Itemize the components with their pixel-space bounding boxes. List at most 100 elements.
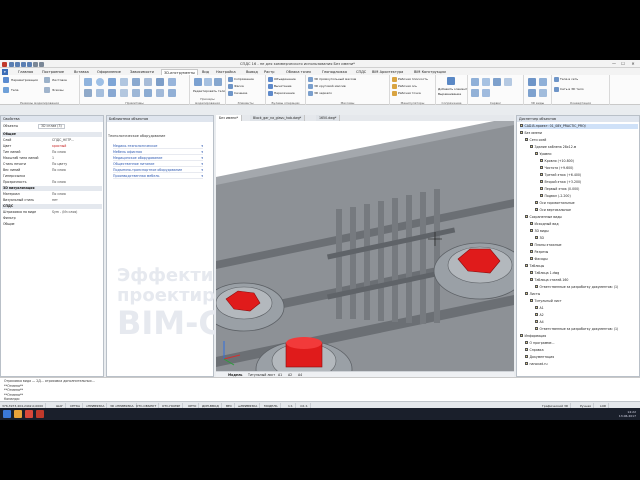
property-value[interactable]: По слою	[52, 192, 66, 197]
tree-node[interactable]: Разрезы	[530, 250, 638, 255]
property-row[interactable]: Общие	[2, 222, 102, 227]
mirror-3d-button[interactable]: 3D зеркало	[314, 91, 332, 95]
cylinder-primitive-icon[interactable]	[108, 78, 116, 86]
tree-node[interactable]: Информация	[520, 334, 638, 339]
torus-primitive-icon[interactable]	[144, 78, 152, 86]
tree-node[interactable]: Кровля (+10.800)	[540, 159, 638, 164]
tree-node[interactable]: 3D	[535, 236, 638, 241]
sketches-button[interactable]: Эскизы	[52, 88, 63, 92]
property-row[interactable]: Цвет красный	[2, 144, 102, 149]
print-icon[interactable]	[27, 61, 32, 67]
view-orbit-icon[interactable]	[539, 78, 547, 86]
chevron-down-icon[interactable]: ▾	[201, 150, 203, 155]
redo-icon[interactable]	[39, 61, 44, 67]
tree-node[interactable]: А2	[535, 313, 638, 318]
box-primitive-icon[interactable]	[84, 78, 92, 86]
work-point-button[interactable]: Рабочая точка	[398, 91, 421, 95]
property-row[interactable]: Слой СПДС_НЕТР...	[2, 138, 102, 143]
property-value[interactable]: СПДС_НЕТР...	[52, 138, 74, 143]
tree-node[interactable]: nanocad.ru	[525, 362, 638, 367]
browser-icon[interactable]	[25, 410, 33, 418]
catalog-item[interactable]: Производственная мебель ▾	[113, 174, 203, 179]
property-row[interactable]: Масштаб типа линий 1	[2, 156, 102, 161]
tree-node[interactable]: Фасады	[530, 257, 638, 262]
tree-node[interactable]: Здание каблена 28х12.м	[530, 145, 638, 150]
solids-button[interactable]: Тела	[11, 88, 18, 92]
property-row[interactable]: Вес линий По слою	[2, 168, 102, 173]
tree-node[interactable]: Документация	[525, 355, 638, 360]
catalog-item[interactable]: Медицинское оборудование ▾	[113, 156, 203, 161]
property-row[interactable]: Прозрачность По слою	[2, 180, 102, 185]
section-button[interactable]: Сечение	[234, 91, 247, 95]
property-row[interactable]: Гиперссылка	[2, 174, 102, 179]
edit-solid-button[interactable]: Редактировать тело	[193, 89, 225, 93]
chevron-down-icon[interactable]: ▾	[201, 144, 203, 149]
revolve-icon[interactable]	[84, 89, 92, 97]
parametrization-icon[interactable]	[3, 77, 9, 83]
align-button[interactable]: Выравнивание	[438, 92, 461, 96]
nanocad-taskbar-icon[interactable]	[36, 410, 44, 418]
shell-icon[interactable]	[120, 89, 128, 97]
sphere-primitive-icon[interactable]	[96, 78, 104, 86]
tree-node[interactable]: А4	[535, 320, 638, 325]
property-value[interactable]: По слою	[52, 168, 66, 173]
sheet-metal-icon[interactable]	[44, 77, 50, 83]
chevron-down-icon[interactable]: ▾	[201, 168, 203, 173]
tree-node[interactable]: Сети осей	[525, 138, 638, 143]
catalog-item[interactable]: Медико-технологическое ▾	[113, 144, 203, 149]
file-explorer-icon[interactable]	[14, 410, 22, 418]
service-tool-2-icon[interactable]	[482, 78, 490, 86]
loft-icon[interactable]	[108, 89, 116, 97]
sheet-metal-button[interactable]: Листовое	[52, 78, 67, 82]
cone-primitive-icon[interactable]	[120, 78, 128, 86]
sketches-icon[interactable]	[44, 87, 50, 93]
tree-node[interactable]: А1	[535, 306, 638, 311]
tree-node[interactable]: Таблица 1.dwg	[530, 271, 638, 276]
catalog-item[interactable]: Общественное питание ▾	[113, 162, 203, 167]
subtract-button[interactable]: Вычитание	[274, 84, 292, 88]
service-tool-1-icon[interactable]	[471, 78, 479, 86]
property-value[interactable]: красный	[52, 144, 66, 149]
chevron-down-icon[interactable]: ▾	[201, 174, 203, 179]
view-iso-icon[interactable]	[528, 89, 536, 97]
tree-node[interactable]: Первый этаж (0.000)	[540, 187, 638, 192]
undo-icon[interactable]	[33, 61, 38, 67]
property-value[interactable]: Sym - (Из слоя)	[52, 210, 77, 215]
tree-node[interactable]: Планы этажные	[530, 243, 638, 248]
tree-node[interactable]: Таблицы	[525, 264, 638, 269]
thicken-icon[interactable]	[132, 89, 140, 97]
work-axis-button[interactable]: Рабочая ось	[398, 84, 417, 88]
property-row[interactable]: Визуальный стиль нет	[2, 198, 102, 203]
sweep-icon[interactable]	[96, 89, 104, 97]
chevron-down-icon[interactable]: ▾	[201, 156, 203, 161]
modeling-example-icon[interactable]	[194, 78, 202, 86]
fillet-button[interactable]: Сопряжение	[234, 77, 254, 81]
tree-node[interactable]: Таблица стилей.160	[530, 278, 638, 283]
modeling-example-2-icon[interactable]	[204, 78, 212, 86]
service-tool-6-icon[interactable]	[482, 89, 490, 97]
save-icon[interactable]	[21, 61, 26, 67]
solid-to-mesh-button[interactable]: Тела в сеть	[560, 77, 578, 81]
work-plane-button[interactable]: Рабочая плоскость	[398, 77, 428, 81]
property-row[interactable]: Штриховка на виде Sym - (Из слоя)	[2, 210, 102, 215]
catalog-item[interactable]: Подъемно-транспортное оборудование ▾	[113, 168, 203, 173]
tree-node[interactable]: Справка	[525, 348, 638, 353]
service-tool-4-icon[interactable]	[504, 78, 512, 86]
property-value[interactable]: По цвету	[52, 162, 67, 167]
properties-section-header[interactable]: 3D визуализация	[2, 186, 102, 191]
property-value[interactable]: По слою	[52, 180, 66, 185]
tree-node[interactable]: Оси вертикальные	[535, 208, 638, 213]
tree-node[interactable]: Третий этаж (+6.400)	[540, 173, 638, 178]
tree-node[interactable]: Без имени	[520, 131, 638, 136]
extrude-icon[interactable]	[168, 78, 176, 86]
tree-node[interactable]: Сохраненные виды	[525, 215, 638, 220]
view-front-icon[interactable]	[539, 89, 547, 97]
service-tool-3-icon[interactable]	[493, 78, 501, 86]
tree-node[interactable]: Второй этаж (+3.200)	[540, 180, 638, 185]
property-value[interactable]: 1	[52, 156, 54, 161]
tree-node[interactable]: Исходный вид	[530, 222, 638, 227]
tree-node[interactable]: CAD-B-проект: 01_08У_PRACTIC_PROJ	[520, 124, 638, 129]
wedge-primitive-icon[interactable]	[132, 78, 140, 86]
service-tool-5-icon[interactable]	[471, 89, 479, 97]
tree-node[interactable]: 3D виды	[530, 229, 638, 234]
